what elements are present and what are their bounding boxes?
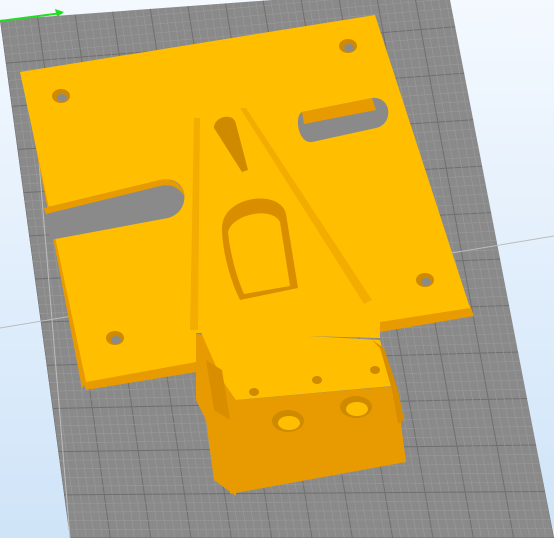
mounting-hole-top-right <box>339 39 357 53</box>
mounting-hole-top-left <box>52 89 70 103</box>
block-front-bore-left <box>272 410 304 432</box>
block-top-hole-right <box>370 366 380 374</box>
scene-canvas[interactable] <box>0 0 554 538</box>
block-front-bore-right <box>340 396 372 418</box>
block-top-hole-left <box>249 388 259 396</box>
block-top-hole-center <box>312 376 322 384</box>
mounting-hole-bottom-left <box>106 331 124 345</box>
3d-viewport[interactable] <box>0 0 554 538</box>
mounting-hole-bottom-right <box>416 273 434 287</box>
